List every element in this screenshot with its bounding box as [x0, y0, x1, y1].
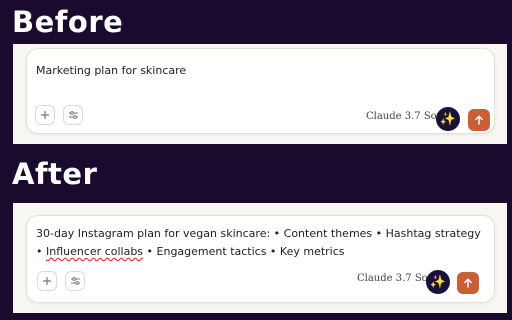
add-attachment-button[interactable] — [37, 271, 57, 291]
plus-icon — [41, 111, 49, 119]
settings-button[interactable] — [63, 105, 83, 125]
sliders-icon — [68, 111, 78, 119]
misspelled-word: Influencer collabs — [46, 245, 144, 258]
after-panel: 30-day Instagram plan for vegan skincare… — [13, 203, 507, 313]
sparkles-icon: ✨ — [439, 111, 457, 126]
sliders-icon — [70, 277, 80, 285]
add-attachment-button[interactable] — [35, 105, 55, 125]
send-button[interactable] — [457, 272, 479, 294]
arrow-up-icon — [475, 115, 483, 125]
prompt-input-before[interactable]: Marketing plan for skincare — [36, 62, 482, 80]
before-heading: Before — [12, 5, 124, 39]
prompt-card-before: Marketing plan for skincare Claude 3.7 S… — [26, 48, 495, 134]
plus-icon — [43, 277, 51, 285]
prompt-text-part: • Engagement tactics • Key metrics — [143, 245, 345, 258]
settings-button[interactable] — [65, 271, 85, 291]
after-heading: After — [12, 157, 98, 191]
prompt-card-after: 30-day Instagram plan for vegan skincare… — [26, 215, 495, 303]
enhance-prompt-button[interactable]: ✨ — [426, 270, 450, 294]
enhance-prompt-button[interactable]: ✨ — [436, 107, 460, 131]
prompt-input-after[interactable]: 30-day Instagram plan for vegan skincare… — [36, 225, 482, 261]
before-panel: Marketing plan for skincare Claude 3.7 S… — [13, 44, 507, 144]
sparkles-icon: ✨ — [429, 274, 447, 289]
arrow-up-icon — [464, 278, 472, 288]
send-button[interactable] — [468, 109, 490, 131]
